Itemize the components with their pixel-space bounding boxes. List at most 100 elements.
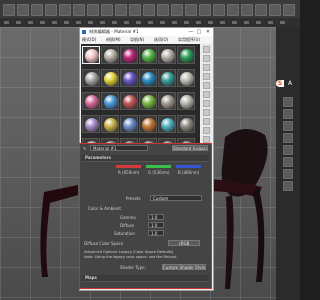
material-name-field[interactable]: Material #1: [90, 145, 148, 151]
sample-tool-button[interactable]: [203, 100, 210, 107]
ribbon-item[interactable]: [232, 21, 237, 24]
render-frame-icon[interactable]: [269, 4, 281, 16]
ribbon-item[interactable]: [40, 21, 45, 24]
ribbon-item[interactable]: [208, 21, 213, 24]
material-slot[interactable]: [101, 92, 119, 110]
command-panel-tab-icon[interactable]: [283, 181, 293, 191]
command-panel-tab-icon[interactable]: [283, 109, 293, 119]
eyedropper-icon[interactable]: ✎: [83, 146, 86, 151]
sample-tool-button[interactable]: [203, 82, 210, 89]
material-slot[interactable]: [101, 69, 119, 87]
angle-snap-icon[interactable]: [143, 4, 155, 16]
percent-snap-icon[interactable]: [157, 4, 169, 16]
material-slot[interactable]: [120, 69, 138, 87]
material-slot[interactable]: [158, 92, 176, 110]
link-icon[interactable]: [31, 4, 43, 16]
menu-options[interactable]: 选项(O): [154, 37, 168, 43]
material-slot[interactable]: [82, 46, 100, 64]
ribbon-item[interactable]: [4, 21, 9, 24]
ribbon-item[interactable]: [196, 21, 201, 24]
material-slot[interactable]: [177, 69, 195, 87]
sample-tool-button[interactable]: [203, 118, 210, 125]
sample-tool-button[interactable]: [203, 46, 210, 53]
material-editor-icon[interactable]: [241, 4, 253, 16]
material-slot[interactable]: [120, 92, 138, 110]
preset-dropdown[interactable]: Custom: [150, 195, 202, 201]
sample-tool-button[interactable]: [203, 73, 210, 80]
material-slot[interactable]: [120, 115, 138, 133]
ribbon-item[interactable]: [136, 21, 141, 24]
menu-navigation[interactable]: 导航(N): [130, 37, 144, 43]
command-panel-tab-icon[interactable]: [283, 121, 293, 131]
command-panel-tab-icon[interactable]: [283, 169, 293, 179]
material-slot[interactable]: [101, 46, 119, 64]
material-slot[interactable]: [177, 92, 195, 110]
sample-tool-button[interactable]: [203, 64, 210, 71]
ribbon-item[interactable]: [160, 21, 165, 24]
sample-tool-button[interactable]: [203, 91, 210, 98]
scale-icon[interactable]: [101, 4, 113, 16]
gamma-spinner[interactable]: 1.0: [148, 214, 164, 220]
command-panel-tab-icon[interactable]: [283, 97, 293, 107]
maps-rollout[interactable]: Maps: [82, 275, 209, 282]
ribbon-item[interactable]: [184, 21, 189, 24]
unlink-icon[interactable]: [45, 4, 57, 16]
ribbon-item[interactable]: [280, 21, 285, 24]
ribbon-item[interactable]: [148, 21, 153, 24]
ribbon-item[interactable]: [268, 21, 273, 24]
ribbon-item[interactable]: [52, 21, 57, 24]
shader-style-button[interactable]: Custom Shader Style: [162, 264, 206, 270]
mirror-icon[interactable]: [171, 4, 183, 16]
material-slot[interactable]: [139, 115, 157, 133]
material-slot[interactable]: [177, 46, 195, 64]
command-panel-tab-icon[interactable]: [283, 133, 293, 143]
material-slot[interactable]: [82, 115, 100, 133]
input-method-badge[interactable]: S: [276, 80, 284, 87]
material-slot[interactable]: [139, 46, 157, 64]
input-method-mode[interactable]: A: [288, 80, 292, 87]
command-panel-tab-icon[interactable]: [283, 157, 293, 167]
parameters-rollout[interactable]: Parameters: [82, 155, 209, 162]
command-panel-tab-icon[interactable]: [283, 145, 293, 155]
minimize-button[interactable]: —: [188, 29, 194, 35]
layer-icon[interactable]: [199, 4, 211, 16]
maximize-button[interactable]: □: [196, 29, 202, 35]
ribbon-item[interactable]: [220, 21, 225, 24]
ribbon-item[interactable]: [28, 21, 33, 24]
material-slot[interactable]: [139, 69, 157, 87]
material-type-button[interactable]: Standard (Legacy): [172, 145, 208, 151]
material-slot[interactable]: [82, 69, 100, 87]
material-slot[interactable]: [177, 115, 195, 133]
menu-modes[interactable]: 模式(D): [82, 37, 96, 43]
material-slot[interactable]: [101, 115, 119, 133]
undo-icon[interactable]: [3, 4, 15, 16]
sample-tool-button[interactable]: [203, 109, 210, 116]
curve-icon[interactable]: [213, 4, 225, 16]
material-slot[interactable]: [82, 92, 100, 110]
sample-tool-button[interactable]: [203, 55, 210, 62]
move-icon[interactable]: [73, 4, 85, 16]
menu-material[interactable]: 材质(M): [106, 37, 121, 43]
material-slot[interactable]: [158, 115, 176, 133]
material-slot[interactable]: [120, 46, 138, 64]
render-icon[interactable]: [283, 4, 295, 16]
render-button[interactable]: sRGB: [168, 240, 200, 246]
sample-tool-button[interactable]: [203, 136, 210, 143]
ribbon-item[interactable]: [256, 21, 261, 24]
view-icon[interactable]: [115, 4, 127, 16]
redo-icon[interactable]: [17, 4, 29, 16]
ribbon-item[interactable]: [100, 21, 105, 24]
ribbon-item[interactable]: [124, 21, 129, 24]
ribbon-item[interactable]: [16, 21, 21, 24]
material-slot[interactable]: [158, 69, 176, 87]
close-button[interactable]: ✕: [205, 29, 211, 35]
material-slot[interactable]: [158, 46, 176, 64]
select-icon[interactable]: [59, 4, 71, 16]
align-icon[interactable]: [185, 4, 197, 16]
render-setup-icon[interactable]: [255, 4, 267, 16]
sample-tool-button[interactable]: [203, 127, 210, 134]
ribbon-item[interactable]: [244, 21, 249, 24]
ribbon-item[interactable]: [172, 21, 177, 24]
ribbon-item[interactable]: [76, 21, 81, 24]
schematic-icon[interactable]: [227, 4, 239, 16]
